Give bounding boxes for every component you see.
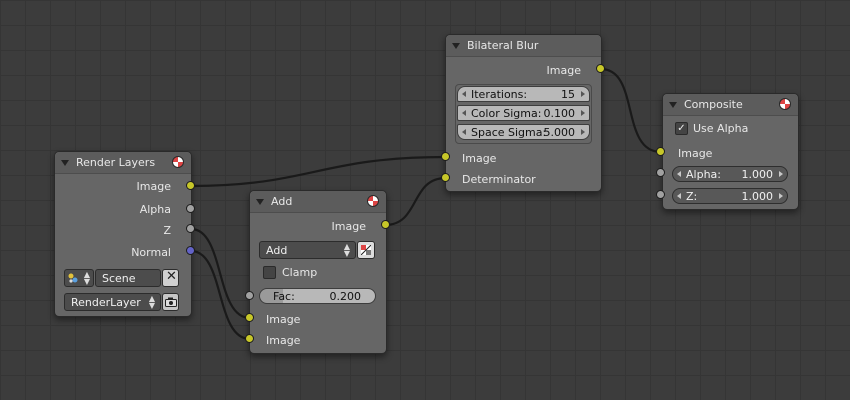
add-image-output-socket[interactable] <box>381 220 390 229</box>
chevron-updown-icon: ▲ ▼ <box>83 270 90 286</box>
composite-node[interactable]: Composite ✓ Use Alpha Image Alpha: 1.000… <box>662 93 799 210</box>
z-label: Z: <box>686 190 698 203</box>
z-field[interactable]: Z: 1.000 <box>672 188 788 204</box>
link-add-to-determinator <box>384 176 447 227</box>
composite-image-socket[interactable] <box>656 147 665 156</box>
node-title: Composite <box>684 98 743 111</box>
render-layers-z-socket[interactable] <box>186 224 195 233</box>
add-fac-socket[interactable] <box>245 291 254 300</box>
link-render-image-to-blur <box>190 155 447 188</box>
chevron-updown-icon: ▲ ▼ <box>148 294 155 310</box>
bilateral-blur-node[interactable]: Bilateral Blur Image Iterations: 15 Colo… <box>445 34 602 192</box>
scene-name: Scene <box>102 272 136 285</box>
add-mix-node[interactable]: Add Image Add ▲ ▼ Clamp Fac: 0.200 Image … <box>249 190 387 354</box>
node-header[interactable]: Add <box>250 191 386 213</box>
fac-slider[interactable]: Fac: 0.200 <box>259 288 376 304</box>
input-label-determinator: Determinator <box>462 173 536 186</box>
decrement-icon[interactable] <box>677 171 681 177</box>
node-header[interactable]: Composite <box>663 94 798 116</box>
blur-image-output-socket[interactable] <box>596 64 605 73</box>
render-layers-image-socket[interactable] <box>186 181 195 190</box>
alpha-value: 1.000 <box>741 168 774 181</box>
output-label-image: Image <box>331 220 366 233</box>
output-label-normal: Normal <box>131 246 171 259</box>
color-sigma-value: 0.100 <box>543 107 576 120</box>
clamp-checkbox[interactable] <box>263 266 276 279</box>
render-layer-name: RenderLayer <box>71 296 141 309</box>
output-label-z: Z <box>163 224 171 237</box>
input-label-image-2: Image <box>266 334 301 347</box>
x-icon: ✕ <box>166 269 177 284</box>
link-blur-to-composite <box>600 67 662 154</box>
node-title: Bilateral Blur <box>467 39 539 52</box>
node-header[interactable]: Bilateral Blur <box>446 35 601 57</box>
render-camera-icon <box>165 297 177 307</box>
blend-mode-dropdown[interactable]: Add ▲ ▼ <box>259 241 356 259</box>
blur-determinator-socket[interactable] <box>441 173 450 182</box>
scene-icon <box>68 273 78 283</box>
increment-icon[interactable] <box>779 171 783 177</box>
clamp-label: Clamp <box>282 266 318 279</box>
collapse-icon[interactable] <box>452 43 460 49</box>
fac-label: Fac: <box>273 290 295 303</box>
checker-icon <box>360 244 372 256</box>
node-title: Render Layers <box>76 156 156 169</box>
scene-field[interactable]: Scene <box>95 269 161 287</box>
decrement-icon[interactable] <box>462 91 466 97</box>
color-picker-button[interactable] <box>357 241 375 259</box>
link-normal-to-add-image2 <box>190 249 251 341</box>
render-preview-icon[interactable] <box>367 195 379 207</box>
fac-value: 0.200 <box>329 290 362 303</box>
increment-icon[interactable] <box>581 91 585 97</box>
composite-alpha-socket[interactable] <box>656 168 665 177</box>
clear-scene-button[interactable]: ✕ <box>162 269 179 287</box>
composite-z-socket[interactable] <box>656 190 665 199</box>
link-z-to-add-image1 <box>190 227 251 320</box>
decrement-icon[interactable] <box>462 129 466 135</box>
alpha-field[interactable]: Alpha: 1.000 <box>672 166 788 182</box>
blur-image-input-socket[interactable] <box>441 152 450 161</box>
add-image-input-socket-2[interactable] <box>245 334 254 343</box>
collapse-icon[interactable] <box>61 160 69 166</box>
blur-settings-group: Iterations: 15 Color Sigma: 0.100 Space … <box>455 84 592 144</box>
output-label-image: Image <box>546 64 581 77</box>
render-preview-icon[interactable] <box>779 98 791 110</box>
node-title: Add <box>271 195 293 208</box>
decrement-icon[interactable] <box>677 193 681 199</box>
iterations-value: 15 <box>561 88 575 101</box>
z-value: 1.000 <box>741 190 774 203</box>
color-sigma-label: Color Sigma: <box>471 107 542 120</box>
use-alpha-label: Use Alpha <box>693 122 749 135</box>
increment-icon[interactable] <box>779 193 783 199</box>
increment-icon[interactable] <box>581 129 585 135</box>
output-label-image: Image <box>136 180 171 193</box>
render-layer-button[interactable] <box>162 293 179 311</box>
space-sigma-label: Space Sigma: <box>471 126 547 139</box>
add-image-input-socket-1[interactable] <box>245 313 254 322</box>
render-layers-normal-socket[interactable] <box>186 246 195 255</box>
iterations-label: Iterations: <box>471 88 528 101</box>
iterations-field[interactable]: Iterations: 15 <box>457 86 590 102</box>
input-label-image-1: Image <box>266 313 301 326</box>
render-layer-dropdown[interactable]: RenderLayer ▲ ▼ <box>64 293 161 311</box>
color-sigma-field[interactable]: Color Sigma: 0.100 <box>457 105 590 121</box>
node-header[interactable]: Render Layers <box>55 152 191 174</box>
blend-mode-value: Add <box>266 244 288 257</box>
increment-icon[interactable] <box>581 110 585 116</box>
collapse-icon[interactable] <box>669 102 677 108</box>
use-alpha-checkbox[interactable]: ✓ <box>675 122 688 135</box>
decrement-icon[interactable] <box>462 110 466 116</box>
render-layers-node[interactable]: Render Layers Image Alpha Z Normal ▲ ▼ Sc… <box>54 151 192 317</box>
render-layers-alpha-socket[interactable] <box>186 204 195 213</box>
collapse-icon[interactable] <box>256 199 264 205</box>
alpha-label: Alpha: <box>686 168 721 181</box>
scene-selector[interactable]: ▲ ▼ <box>64 269 94 287</box>
output-label-alpha: Alpha <box>139 203 171 216</box>
space-sigma-field[interactable]: Space Sigma: 5.000 <box>457 124 590 140</box>
input-label-image: Image <box>678 147 713 160</box>
chevron-updown-icon: ▲ ▼ <box>343 242 350 258</box>
render-preview-icon[interactable] <box>172 156 184 168</box>
space-sigma-value: 5.000 <box>543 126 576 139</box>
input-label-image: Image <box>462 152 497 165</box>
